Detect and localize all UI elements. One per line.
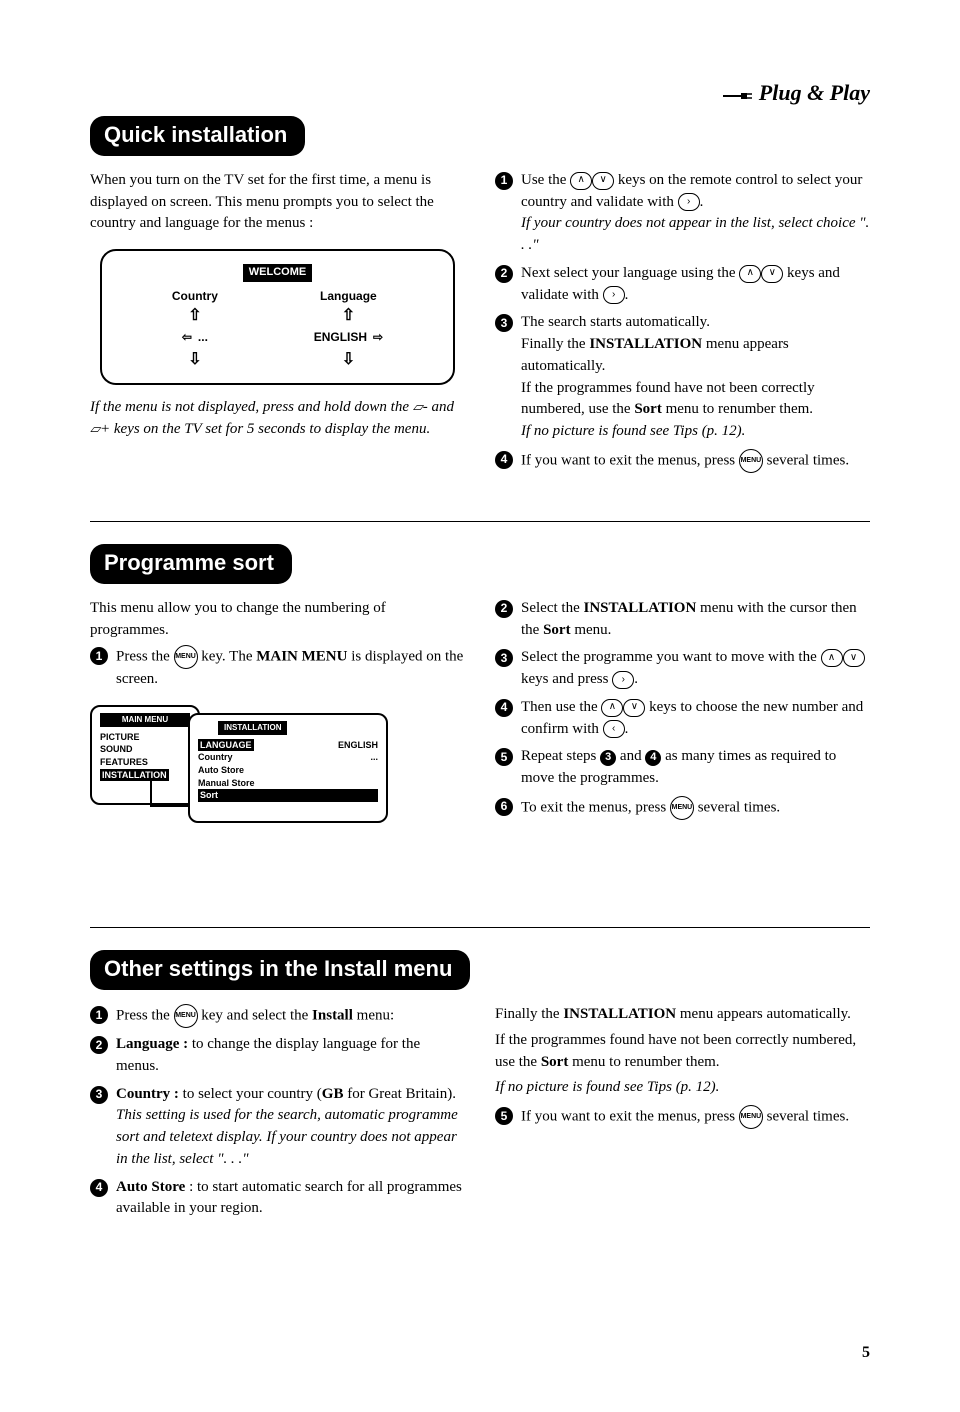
step-4: 4 Then use the ∧∨ keys to choose the new…: [495, 697, 870, 741]
step-number: 5: [495, 1107, 513, 1125]
note-text: If the menu is not displayed, press and …: [90, 397, 465, 441]
col-right: Finally the INSTALLATION menu appears au…: [495, 1004, 870, 1226]
step-5: 5 If you want to exit the menus, press M…: [495, 1105, 870, 1129]
country-value: ...: [198, 329, 208, 346]
installation-menu-box: INSTALLATION LANGUAGEENGLISH Country... …: [188, 713, 388, 823]
menu-value: ...: [370, 751, 378, 764]
main-menu-header: MAIN MENU: [100, 713, 190, 727]
step-4: 4 Auto Store : to start automatic search…: [90, 1177, 465, 1221]
step-number: 3: [495, 314, 513, 332]
section-other-settings: Other settings in the Install menu 1 Pre…: [90, 950, 870, 1226]
step-3: 3 Select the programme you want to move …: [495, 647, 870, 691]
step-number: 3: [90, 1086, 108, 1104]
step-2: 2 Language : to change the display langu…: [90, 1034, 465, 1078]
welcome-header: WELCOME: [243, 264, 312, 282]
step-number: 4: [495, 699, 513, 717]
brand-text: Plug & Play: [759, 80, 870, 105]
page-number: 5: [862, 1344, 870, 1362]
arrow-up-icon: ⇧: [172, 306, 218, 325]
menu-item: Country: [198, 751, 233, 764]
divider: [90, 521, 870, 522]
up-key-icon: ∧: [821, 649, 843, 667]
right-key-icon: ›: [612, 671, 634, 689]
arrow-left-icon: ⇦: [182, 329, 192, 346]
language-value: ENGLISH: [314, 329, 367, 346]
col-left: When you turn on the TV set for the firs…: [90, 170, 465, 479]
up-key-icon: ∧: [601, 699, 623, 717]
brand-logo: Plug & Play: [90, 80, 870, 108]
section-title: Quick installation: [90, 116, 305, 156]
right-key-icon: ›: [678, 193, 700, 211]
menu-diagram: MAIN MENU PICTURE SOUND FEATURES INSTALL…: [90, 705, 465, 823]
step-1: 1 Use the ∧∨ keys on the remote control …: [495, 170, 870, 257]
welcome-screen: WELCOME Country ⇧ ⇦... ⇩ Language ⇧ ENGL…: [100, 249, 455, 385]
step-1: 1 Press the MENU key. The MAIN MENU is d…: [90, 645, 465, 691]
language-label: Language: [314, 288, 383, 305]
menu-item: PICTURE: [100, 731, 190, 744]
down-key-icon: ∨: [623, 699, 645, 717]
menu-item: SOUND: [100, 743, 190, 756]
menu-key-icon: MENU: [739, 1105, 763, 1129]
menu-item: Manual Store: [198, 777, 378, 790]
down-key-icon: ∨: [843, 649, 865, 667]
step-4: 4 If you want to exit the menus, press M…: [495, 449, 870, 473]
step-1: 1 Press the MENU key and select the Inst…: [90, 1004, 465, 1028]
step-number: 4: [495, 451, 513, 469]
right-key-icon: ›: [603, 286, 625, 304]
ref-step-4: 4: [645, 750, 661, 766]
down-key-icon: ∨: [761, 265, 783, 283]
ref-step-3: 3: [600, 750, 616, 766]
menu-key-icon: MENU: [670, 796, 694, 820]
tips-note: If no picture is found see Tips (p. 12).: [495, 1077, 870, 1099]
menu-item-highlighted: Sort: [198, 789, 378, 802]
intro-text: When you turn on the TV set for the firs…: [90, 170, 465, 235]
step-5: 5 Repeat steps 3 and 4 as many times as …: [495, 746, 870, 790]
step-3: 3 The search starts automatically.Finall…: [495, 312, 870, 443]
step-6: 6 To exit the menus, press MENU several …: [495, 796, 870, 820]
menu-key-icon: MENU: [739, 449, 763, 473]
step-number: 6: [495, 798, 513, 816]
arrow-down-icon: ⇩: [314, 350, 383, 369]
step-number: 3: [495, 649, 513, 667]
step-number: 4: [90, 1179, 108, 1197]
intro-text: This menu allow you to change the number…: [90, 598, 465, 642]
col-right: 2 Select the INSTALLATION menu with the …: [495, 598, 870, 837]
section-title: Other settings in the Install menu: [90, 950, 470, 990]
step-number: 2: [495, 600, 513, 618]
page-content: Plug & Play Quick installation When you …: [0, 0, 960, 1276]
divider: [90, 927, 870, 928]
col-left: This menu allow you to change the number…: [90, 598, 465, 837]
col-right: 1 Use the ∧∨ keys on the remote control …: [495, 170, 870, 479]
section-quick-installation: Quick installation When you turn on the …: [90, 116, 870, 479]
menu-item: FEATURES: [100, 756, 190, 769]
section-title: Programme sort: [90, 544, 292, 584]
step-number: 5: [495, 748, 513, 766]
menu-key-icon: MENU: [174, 1004, 198, 1028]
left-key-icon: ‹: [603, 720, 625, 738]
step-number: 2: [90, 1036, 108, 1054]
menu-item: LANGUAGE: [198, 739, 254, 752]
installation-header: INSTALLATION: [218, 721, 287, 735]
col-left: 1 Press the MENU key and select the Inst…: [90, 1004, 465, 1226]
down-key-icon: ∨: [592, 172, 614, 190]
menu-item: Auto Store: [198, 764, 378, 777]
menu-key-icon: MENU: [174, 645, 198, 669]
section-programme-sort: Programme sort This menu allow you to ch…: [90, 544, 870, 837]
up-key-icon: ∧: [739, 265, 761, 283]
step-2: 2 Select the INSTALLATION menu with the …: [495, 598, 870, 642]
step-2: 2 Next select your language using the ∧∨…: [495, 263, 870, 307]
menu-value: ENGLISH: [338, 739, 378, 752]
step-3: 3 Country : to select your country (GB f…: [90, 1084, 465, 1171]
step-number: 1: [90, 647, 108, 665]
step-number: 1: [495, 172, 513, 190]
step-number: 1: [90, 1006, 108, 1024]
arrow-up-icon: ⇧: [314, 306, 383, 325]
up-key-icon: ∧: [570, 172, 592, 190]
country-label: Country: [172, 288, 218, 305]
arrow-right-icon: ⇨: [373, 329, 383, 346]
step-number: 2: [495, 265, 513, 283]
arrow-down-icon: ⇩: [172, 350, 218, 369]
